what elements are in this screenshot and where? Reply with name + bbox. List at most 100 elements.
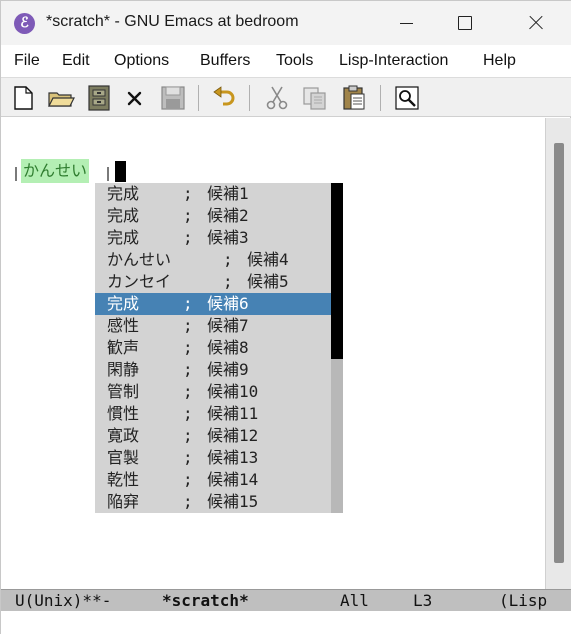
candidate-word: カンセイ <box>107 272 172 291</box>
close-button[interactable] <box>513 1 559 45</box>
candidate-annotation: 候補12 <box>207 426 259 445</box>
copy-icon[interactable] <box>301 84 329 112</box>
preedit-start-marker <box>15 167 17 181</box>
candidate-annotation: 候補9 <box>207 360 249 379</box>
candidate-word: 慣性 <box>107 404 140 423</box>
candidate-word: 完成 <box>107 294 140 313</box>
candidate-separator: ; <box>183 360 193 379</box>
popup-scrollbar-thumb[interactable] <box>331 183 343 359</box>
candidate-separator: ; <box>183 184 193 203</box>
completion-candidate[interactable]: 寛政; 候補12 <box>95 425 331 447</box>
paste-icon[interactable] <box>340 84 368 112</box>
preedit-text: かんせい <box>21 159 90 183</box>
completion-popup: 完成; 候補1 完成; 候補2 完成; 候補3 かんせい; 候補4 カンセイ; 候補5 完成; 候補6… <box>95 183 343 513</box>
completion-candidate[interactable]: 完成; 候補1 <box>95 183 331 205</box>
candidate-annotation: 候補2 <box>207 206 249 225</box>
modeline-coding: U(Unix)**- <box>15 591 112 610</box>
candidate-annotation: 候補11 <box>207 404 259 423</box>
emacs-window: ℰ *scratch* - GNU Emacs at bedroom File … <box>0 0 571 634</box>
candidate-separator: ; <box>183 426 193 445</box>
candidate-word: 乾性 <box>107 470 140 489</box>
menu-file[interactable]: File <box>14 52 40 70</box>
kill-buffer-icon[interactable] <box>121 84 149 112</box>
completion-candidate[interactable]: 歓声; 候補8 <box>95 337 331 359</box>
candidate-annotation: 候補7 <box>207 316 249 335</box>
menu-bar: File Edit Options Buffers Tools Lisp-Int… <box>1 45 571 77</box>
completion-candidate[interactable]: 管制; 候補10 <box>95 381 331 403</box>
completion-candidate[interactable]: 完成; 候補2 <box>95 205 331 227</box>
candidate-separator: ; <box>183 448 193 467</box>
menu-options[interactable]: Options <box>114 52 169 70</box>
mode-line: U(Unix)**- *scratch* All L3 (Lisp <box>1 589 571 611</box>
candidate-separator: ; <box>183 382 193 401</box>
candidate-separator: ; <box>183 492 193 511</box>
menu-edit[interactable]: Edit <box>62 52 90 70</box>
emacs-icon: ℰ <box>14 13 35 34</box>
candidate-word: 管制 <box>107 382 140 401</box>
candidate-annotation: 候補14 <box>207 470 259 489</box>
modeline-buffer-name[interactable]: *scratch* <box>162 590 249 611</box>
vertical-scrollbar[interactable] <box>545 118 571 589</box>
candidate-separator: ; <box>183 470 193 489</box>
menu-lisp-interaction[interactable]: Lisp-Interaction <box>339 52 448 70</box>
completion-candidate[interactable]: かんせい; 候補4 <box>95 249 331 271</box>
tool-bar <box>1 77 571 117</box>
completion-candidate[interactable]: 完成; 候補3 <box>95 227 331 249</box>
open-folder-icon[interactable] <box>47 84 75 112</box>
toolbar-separator <box>249 85 250 111</box>
dired-cabinet-icon[interactable] <box>85 84 113 112</box>
save-icon[interactable] <box>159 84 187 112</box>
candidate-annotation: 候補15 <box>207 492 259 511</box>
preedit-end-marker <box>107 167 109 181</box>
completion-candidate[interactable]: 慣性; 候補11 <box>95 403 331 425</box>
completion-candidate[interactable]: 陥穽; 候補15 <box>95 491 331 513</box>
candidate-separator: ; <box>223 250 233 269</box>
popup-scrollbar-track[interactable] <box>331 359 343 513</box>
candidate-separator: ; <box>183 206 193 225</box>
scrollbar-thumb[interactable] <box>554 143 564 563</box>
candidate-word: 寛政 <box>107 426 140 445</box>
new-file-icon[interactable] <box>9 84 37 112</box>
candidate-word: 完成 <box>107 228 140 247</box>
candidate-separator: ; <box>223 272 233 291</box>
candidate-word: 完成 <box>107 206 140 225</box>
modeline-mode[interactable]: (Lisp <box>499 590 547 611</box>
candidate-word: 陥穽 <box>107 492 140 511</box>
candidate-annotation: 候補10 <box>207 382 259 401</box>
title-bar[interactable]: ℰ *scratch* - GNU Emacs at bedroom <box>1 1 571 45</box>
text-cursor <box>115 161 126 182</box>
completion-candidate[interactable]: カンセイ; 候補5 <box>95 271 331 293</box>
candidate-word: 完成 <box>107 184 140 203</box>
minimize-button[interactable] <box>383 1 429 45</box>
echo-area <box>1 611 571 634</box>
completion-candidate[interactable]: 感性; 候補7 <box>95 315 331 337</box>
candidate-annotation: 候補4 <box>247 250 289 269</box>
candidate-word: 感性 <box>107 316 140 335</box>
cut-icon[interactable] <box>263 84 291 112</box>
candidate-word: 閑静 <box>107 360 140 379</box>
window-title: *scratch* - GNU Emacs at bedroom <box>46 13 299 30</box>
candidate-separator: ; <box>183 338 193 357</box>
completion-candidate[interactable]: 乾性; 候補14 <box>95 469 331 491</box>
completion-candidate[interactable]: 官製; 候補13 <box>95 447 331 469</box>
search-icon[interactable] <box>393 84 421 112</box>
modeline-line: L3 <box>413 591 433 610</box>
candidate-annotation: 候補1 <box>207 184 249 203</box>
completion-candidate[interactable]: 閑静; 候補9 <box>95 359 331 381</box>
maximize-button[interactable] <box>441 1 487 45</box>
undo-icon[interactable] <box>211 84 239 112</box>
menu-help[interactable]: Help <box>483 52 516 70</box>
candidate-annotation: 候補13 <box>207 448 259 467</box>
menu-tools[interactable]: Tools <box>276 52 313 70</box>
candidate-annotation: 候補6 <box>207 294 249 313</box>
toolbar-separator <box>380 85 381 111</box>
menu-buffers[interactable]: Buffers <box>200 52 250 70</box>
completion-candidate[interactable]: 完成; 候補6 <box>95 293 331 315</box>
candidate-annotation: 候補8 <box>207 338 249 357</box>
candidate-annotation: 候補3 <box>207 228 249 247</box>
candidate-word: 官製 <box>107 448 140 467</box>
candidate-word: 歓声 <box>107 338 140 357</box>
candidate-separator: ; <box>183 228 193 247</box>
candidate-separator: ; <box>183 404 193 423</box>
toolbar-separator <box>198 85 199 111</box>
